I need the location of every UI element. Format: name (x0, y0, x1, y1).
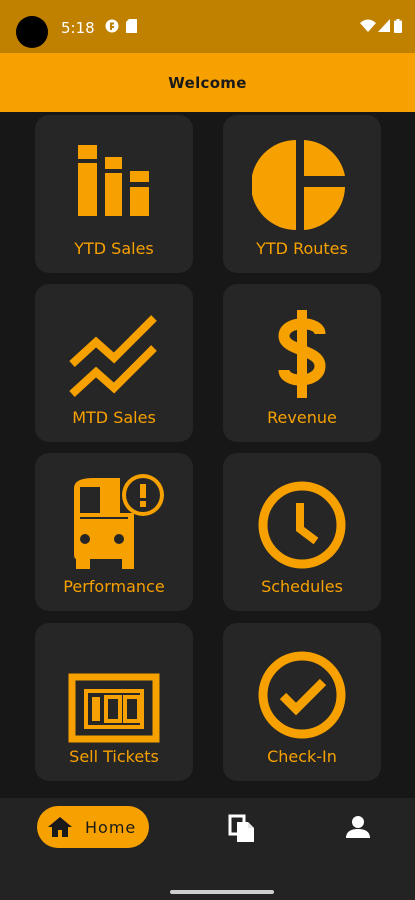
status-bar: 5:18 (0, 0, 415, 53)
tile-label: YTD Routes (256, 239, 348, 258)
tile-label: Revenue (267, 408, 337, 427)
tile-ytd-routes[interactable]: YTD Routes (223, 115, 381, 273)
clock-icon (258, 481, 346, 569)
home-icon (48, 817, 72, 837)
camera-cutout (16, 16, 48, 48)
battery-icon (394, 19, 402, 33)
profile-icon[interactable] (345, 814, 371, 840)
dollar-icon (278, 310, 326, 398)
ticket-counter-icon (68, 673, 160, 743)
bottom-nav: Home (0, 798, 415, 900)
gesture-bar (170, 890, 274, 894)
tile-performance[interactable]: Performance (35, 453, 193, 611)
trend-lines-icon (69, 315, 157, 397)
signal-icon (378, 19, 390, 32)
tile-revenue[interactable]: Revenue (223, 284, 381, 442)
wifi-icon (360, 19, 376, 32)
app-bar: Welcome (0, 53, 415, 112)
bus-alert-icon (74, 474, 164, 569)
tile-label: Performance (63, 577, 165, 596)
tile-label: MTD Sales (72, 408, 156, 427)
page-title: Welcome (168, 73, 247, 92)
pie-chart-icon (252, 140, 345, 230)
tile-schedules[interactable]: Schedules (223, 453, 381, 611)
nav-home-label: Home (85, 817, 137, 837)
tile-label: Check-In (267, 747, 337, 766)
sim-card-icon (126, 19, 137, 33)
tile-check-in[interactable]: Check-In (223, 623, 381, 781)
app-notification-icon (105, 19, 119, 33)
tile-label: Sell Tickets (69, 747, 159, 766)
tile-ytd-sales[interactable]: YTD Sales (35, 115, 193, 273)
tile-label: YTD Sales (74, 239, 154, 258)
tile-label: Schedules (261, 577, 343, 596)
bar-chart-icon (78, 145, 149, 216)
documents-icon[interactable] (228, 814, 256, 844)
check-circle-icon (258, 651, 346, 739)
status-time: 5:18 (61, 19, 95, 37)
tile-sell-tickets[interactable]: Sell Tickets (35, 623, 193, 781)
tile-mtd-sales[interactable]: MTD Sales (35, 284, 193, 442)
nav-home-button[interactable]: Home (37, 806, 149, 848)
